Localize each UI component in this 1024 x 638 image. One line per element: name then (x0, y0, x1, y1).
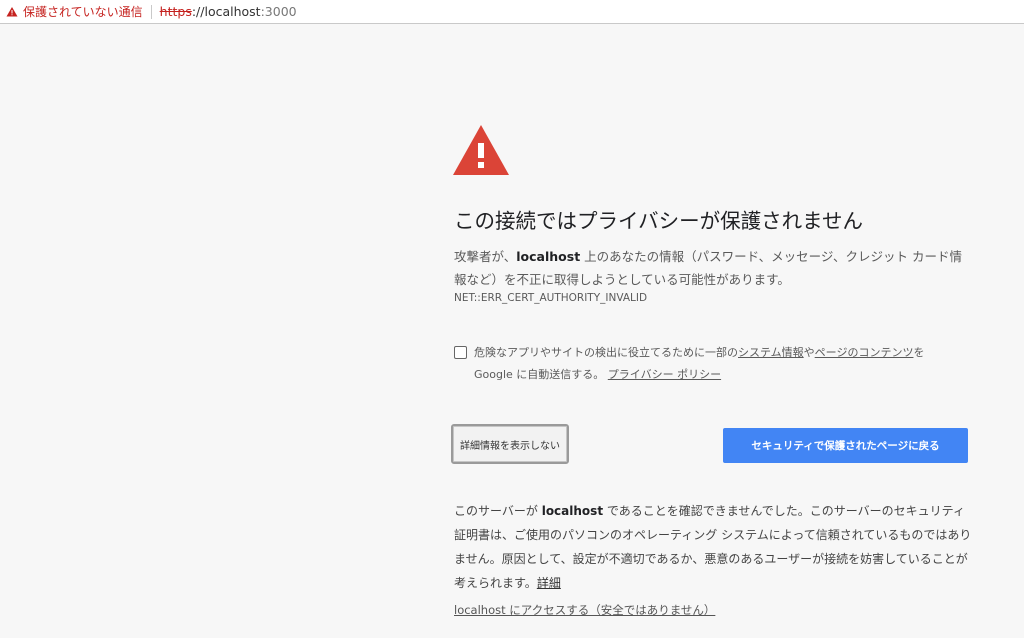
optin-text-prefix: 危険なアプリやサイトの検出に役立てるために一部の (474, 346, 738, 359)
details-explanation: このサーバーが localhost であることを確認できませんでした。このサーバ… (454, 499, 974, 595)
optin-text-middle: や (803, 346, 815, 359)
optin-checkbox[interactable] (454, 346, 467, 359)
details-button[interactable]: 詳細情報を表示しない (451, 424, 569, 464)
proceed-link[interactable]: localhost にアクセスする（安全ではありません） (454, 602, 715, 618)
error-code: NET::ERR_CERT_AUTHORITY_INVALID (454, 292, 648, 304)
system-info-link[interactable]: システム情報 (738, 346, 804, 359)
privacy-policy-link[interactable]: プライバシー ポリシー (608, 368, 721, 381)
main-message: 攻撃者が、localhost 上のあなたの情報（パスワード、メッセージ、クレジッ… (454, 245, 974, 291)
address-bar-divider (150, 4, 152, 19)
url-field[interactable]: https://localhost:3000 (160, 4, 297, 19)
warning-icon (453, 125, 509, 175)
explanation-host: localhost (541, 504, 604, 518)
warning-icon (6, 6, 18, 16)
security-label: 保護されていない通信 (23, 5, 143, 19)
learn-more-link[interactable]: 詳細 (537, 576, 561, 590)
page-content-link[interactable]: ページのコンテンツ (815, 346, 914, 359)
back-to-safety-button[interactable]: セキュリティで保護されたページに戻る (723, 428, 968, 463)
url-scheme: https (159, 4, 192, 19)
page-title: この接続ではプライバシーが保護されません (454, 209, 863, 233)
message-host: localhost (516, 249, 581, 264)
security-chip[interactable]: 保護されていない通信 (0, 3, 143, 20)
optin-label: 危険なアプリやサイトの検出に役立てるために一部のシステム情報やページのコンテンツ… (474, 342, 954, 386)
url-separator: :// (191, 4, 205, 19)
url-host: localhost (204, 4, 261, 19)
message-prefix: 攻撃者が、 (454, 249, 517, 264)
explanation-prefix: このサーバーが (454, 504, 542, 518)
address-bar: 保護されていない通信 https://localhost:3000 (0, 0, 1024, 24)
url-port: :3000 (260, 4, 297, 19)
